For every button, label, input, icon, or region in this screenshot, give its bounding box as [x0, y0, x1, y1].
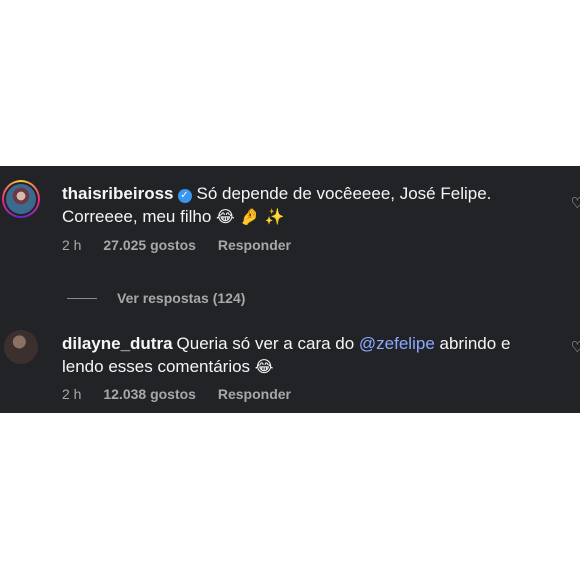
comment-text: dilayne_dutra Queria só ver a cara do @ze…	[62, 332, 542, 378]
view-replies-button[interactable]: Ver respostas (124)	[67, 290, 245, 306]
comment-meta: 2 h 27.025 gostos Responder	[62, 237, 309, 253]
reply-button[interactable]: Responder	[218, 386, 291, 402]
comment-body-line2: Correeee, meu filho	[62, 207, 212, 226]
comments-panel: thaisribeiross ✓ Só depende de vocêeeee, J…	[0, 166, 580, 413]
comment-likes[interactable]: 27.025 gostos	[103, 237, 196, 253]
comment-body-line1: Só depende de vocêeeee, José Felipe.	[196, 184, 492, 203]
comment-body-line2: lendo esses comentários	[62, 357, 251, 376]
comment-text: thaisribeiross ✓ Só depende de vocêeeee, J…	[62, 182, 542, 228]
comment-body-before: Queria só ver a cara do	[176, 334, 359, 353]
comment-body-after: abrindo e	[434, 334, 511, 353]
comment-meta: 2 h 12.038 gostos Responder	[62, 386, 309, 402]
comment-time: 2 h	[62, 386, 82, 402]
comment-username[interactable]: thaisribeiross	[62, 184, 174, 203]
verified-badge-icon: ✓	[177, 189, 192, 203]
heart-outline-icon[interactable]: ♡	[571, 338, 580, 356]
avatar[interactable]	[4, 330, 38, 364]
comment-emojis: 😂 🤌 ✨	[216, 207, 285, 226]
comment-username[interactable]: dilayne_dutra	[62, 334, 173, 353]
mention-link[interactable]: @zefelipe	[359, 334, 435, 353]
heart-outline-icon[interactable]: ♡	[571, 194, 580, 212]
avatar-ring-inner	[4, 182, 38, 216]
comment-likes[interactable]: 12.038 gostos	[103, 386, 196, 402]
avatar[interactable]	[2, 180, 40, 218]
reply-button[interactable]: Responder	[218, 237, 291, 253]
avatar-photo	[6, 184, 36, 214]
view-replies-label: Ver respostas (124)	[117, 290, 246, 306]
comment-time: 2 h	[62, 237, 82, 253]
comment-emojis: 😂	[254, 357, 274, 376]
divider	[67, 297, 97, 299]
